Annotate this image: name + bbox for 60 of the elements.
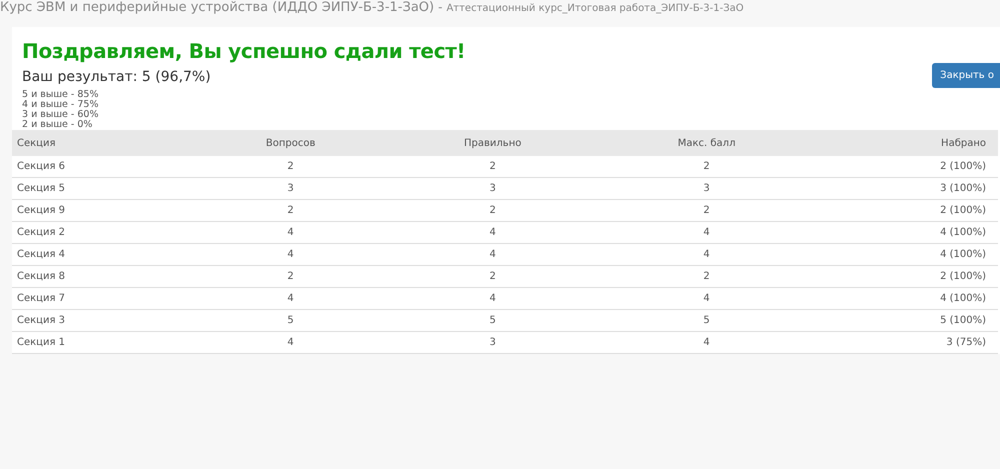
table-cell: 2 [390, 156, 603, 178]
table-cell: Секция 1 [12, 332, 199, 354]
column-header: Правильно [390, 130, 603, 156]
table-cell: 4 [198, 288, 390, 310]
grade-threshold: 4 и выше - 75% [22, 100, 100, 110]
table-cell: 2 (100%) [817, 200, 998, 222]
table-cell: 2 [198, 266, 390, 288]
column-header: Секция [12, 130, 199, 156]
table-cell: 3 [602, 178, 818, 200]
table-cell: 4 (100%) [817, 222, 998, 244]
table-cell: 3 [198, 178, 390, 200]
table-cell: 4 (100%) [817, 288, 998, 310]
grade-threshold: 2 и выше - 0% [22, 120, 94, 130]
table-cell: 5 [602, 310, 818, 332]
table-cell: 2 [602, 156, 818, 178]
separator: - [438, 0, 442, 14]
table-cell: Секция 4 [12, 244, 199, 266]
table-cell: 4 [390, 288, 603, 310]
grade-threshold: 5 и выше - 85% [22, 90, 100, 100]
table-cell: 4 [198, 332, 390, 354]
table-cell: 2 [602, 200, 818, 222]
table-cell: 2 (100%) [817, 266, 998, 288]
column-header: Вопросов [198, 130, 390, 156]
table-cell: 3 [390, 332, 603, 354]
table-cell: 3 [390, 178, 603, 200]
table-cell: 4 [602, 222, 818, 244]
close-button[interactable]: Закрыть о [932, 63, 1000, 88]
table-cell: 4 [198, 222, 390, 244]
table-cell: 2 [198, 200, 390, 222]
table-cell: 4 [390, 244, 603, 266]
table-cell: 2 [198, 156, 390, 178]
table-cell: Секция 7 [12, 288, 199, 310]
table-cell: 5 (100%) [817, 310, 998, 332]
table-cell: 3 (75%) [817, 332, 998, 354]
table-cell: 2 (100%) [817, 156, 998, 178]
table-cell: 2 [602, 266, 818, 288]
table-cell: Секция 5 [12, 178, 199, 200]
success-message: Поздравляем, Вы успешно сдали тест! [22, 39, 466, 63]
table-cell: Секция 2 [12, 222, 199, 244]
table-cell: Секция 6 [12, 156, 199, 178]
table-cell: 4 [198, 244, 390, 266]
table-cell: 2 [390, 200, 603, 222]
table-cell: Секция 8 [12, 266, 199, 288]
table-cell: Секция 3 [12, 310, 199, 332]
table-cell: 5 [390, 310, 603, 332]
test-title: Аттестационный курс_Итоговая работа_ЭИПУ-Б-3-1-ЗаО [446, 3, 744, 14]
table-cell: 4 [602, 288, 818, 310]
table-cell: 4 [602, 244, 818, 266]
table-cell: 2 [390, 266, 603, 288]
score-text: Ваш результат: 5 (96,7%) [22, 69, 212, 85]
grade-threshold: 3 и выше - 60% [22, 110, 100, 120]
table-cell: Секция 9 [12, 200, 199, 222]
table-cell: 4 [602, 332, 818, 354]
table-cell: 5 [198, 310, 390, 332]
table-cell: 4 (100%) [817, 244, 998, 266]
course-title: Курс ЭВМ и периферийные устройства (ИДДО ЭИПУ-Б-3-1-ЗаО) [0, 0, 434, 15]
table-cell: 4 [390, 222, 603, 244]
column-header: Макс. балл [602, 130, 818, 156]
column-header: Набрано [817, 130, 998, 156]
table-cell: 3 (100%) [817, 178, 998, 200]
